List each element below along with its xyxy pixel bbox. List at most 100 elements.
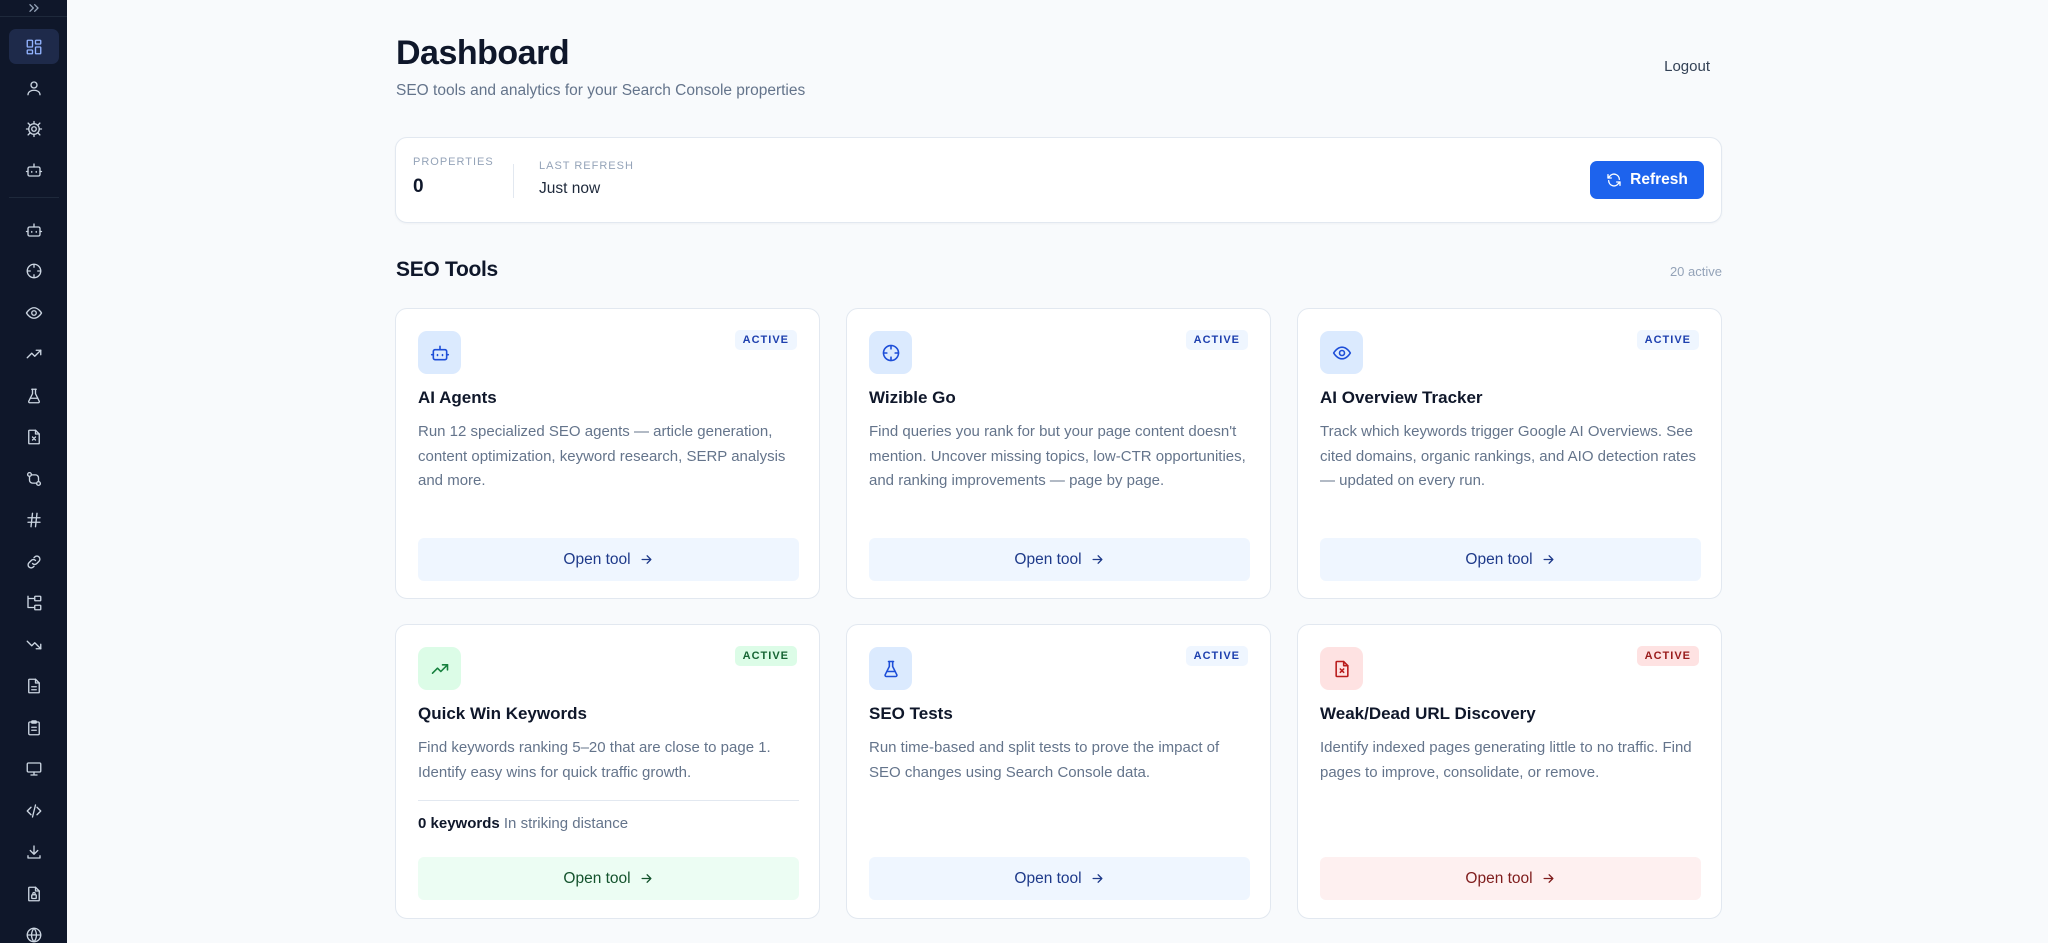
tool-card-icon-box: [1320, 647, 1363, 690]
tool-card-dead-url-discovery[interactable]: ACTIVE Weak/Dead URL Discovery Identify …: [1297, 624, 1722, 919]
metric-value: 0 keywords: [418, 815, 500, 832]
sidebar-item-structure[interactable]: [9, 586, 59, 621]
stat-last-refresh-label: LAST REFRESH: [539, 160, 634, 172]
arrow-right-icon: [1543, 555, 1554, 564]
sidebar-item-compare[interactable]: [9, 461, 59, 496]
open-tool-label: Open tool: [563, 550, 631, 568]
sidebar-item-reports[interactable]: [9, 669, 59, 704]
crosshair-icon: [882, 344, 899, 361]
open-tool-button[interactable]: Open tool: [1320, 857, 1701, 900]
chevrons-right-icon: [28, 3, 39, 12]
arrow-right-icon: [1092, 874, 1103, 883]
tool-card-quick-win-keywords[interactable]: ACTIVE Quick Win Keywords Find keywords …: [395, 624, 820, 919]
file-x-icon: [1334, 660, 1349, 677]
sidebar-item-seo-tests[interactable]: [9, 378, 59, 413]
folder-tree-icon: [26, 595, 41, 611]
sidebar-item-global[interactable]: [9, 918, 59, 943]
tool-card-title: SEO Tests: [869, 704, 953, 723]
stat-properties-value: 0: [413, 176, 424, 197]
tool-card-icon-box: [418, 647, 461, 690]
tool-card-description: Find keywords ranking 5–20 that are clos…: [418, 739, 771, 781]
sidebar-item-code[interactable]: [9, 793, 59, 828]
git-compare-icon: [26, 471, 41, 486]
open-tool-label: Open tool: [1465, 550, 1533, 568]
refresh-button[interactable]: Refresh: [1590, 161, 1704, 199]
eye-icon: [25, 306, 42, 319]
tool-card-icon-box: [1320, 331, 1363, 374]
sidebar-item-ai-agents[interactable]: [9, 212, 59, 247]
sidebar: [0, 0, 67, 943]
open-tool-button[interactable]: Open tool: [418, 857, 799, 900]
tool-card-description: Run time-based and split tests to prove …: [869, 739, 1220, 781]
tool-card-seo-tests[interactable]: ACTIVE SEO Tests Run time-based and spli…: [846, 624, 1271, 919]
logout-button[interactable]: Logout: [1664, 58, 1710, 75]
open-tool-button[interactable]: Open tool: [869, 538, 1250, 581]
sidebar-item-dashboard[interactable]: [8, 29, 59, 64]
tools-section-title: SEO Tools: [396, 258, 498, 281]
sidebar-item-audits[interactable]: [9, 710, 59, 745]
tool-card-ai-overview-tracker[interactable]: ACTIVE AI Overview Tracker Track which k…: [1297, 308, 1722, 599]
hash-icon: [26, 512, 41, 528]
bot-icon: [25, 162, 42, 177]
open-tool-label: Open tool: [1014, 550, 1082, 568]
file-text-icon: [27, 678, 40, 694]
content-container: Dashboard SEO tools and analytics for yo…: [394, 0, 1722, 919]
sidebar-item-bots[interactable]: [9, 152, 59, 187]
tool-card-icon-box: [869, 331, 912, 374]
tool-card-title: AI Agents: [418, 388, 497, 407]
refresh-button-label: Refresh: [1630, 171, 1688, 188]
tool-card-title: Quick Win Keywords: [418, 704, 587, 723]
file-x-icon: [27, 429, 40, 445]
sidebar-item-quick-wins[interactable]: [9, 337, 59, 372]
open-tool-button[interactable]: Open tool: [1320, 538, 1701, 581]
card-divider: [418, 800, 799, 801]
tool-card-description: Find queries you rank for but your page …: [869, 423, 1246, 489]
status-badge: ACTIVE: [1185, 330, 1248, 350]
sidebar-item-ai-overview[interactable]: [9, 295, 59, 330]
tool-card-icon-box: [418, 331, 461, 374]
tool-card-ai-agents[interactable]: ACTIVE AI Agents Run 12 specialized SEO …: [395, 308, 820, 599]
stat-last-refresh-value: Just now: [539, 180, 601, 197]
bot-icon: [430, 345, 449, 360]
tool-card-icon-box: [869, 647, 912, 690]
sidebar-item-wizible-go[interactable]: [9, 254, 59, 289]
sidebar-item-account[interactable]: [9, 70, 59, 105]
monitor-icon: [26, 762, 41, 776]
bot-icon: [25, 222, 42, 237]
sidebar-item-dead-urls[interactable]: [9, 420, 59, 455]
striking-distance-metric: 0 keywords In striking distance: [418, 815, 628, 832]
tool-card-description: Run 12 specialized SEO agents — article …: [418, 423, 786, 489]
sidebar-item-secure-files[interactable]: [9, 876, 59, 911]
metric-label: In striking distance: [503, 815, 629, 832]
sidebar-item-links[interactable]: [9, 544, 59, 579]
stat-properties: PROPERTIES 0: [413, 156, 494, 198]
sidebar-toggle[interactable]: [0, 0, 67, 17]
flask-icon: [27, 388, 40, 403]
sidebar-item-monitor[interactable]: [9, 752, 59, 787]
open-tool-label: Open tool: [1465, 869, 1533, 887]
page-subtitle: SEO tools and analytics for your Search …: [396, 82, 806, 99]
arrow-right-icon: [641, 555, 652, 564]
clipboard-icon: [27, 719, 40, 735]
refresh-icon: [1607, 173, 1621, 187]
sidebar-item-hashtags[interactable]: [9, 503, 59, 538]
tools-active-count: 20 active: [1669, 264, 1722, 279]
main-content: Dashboard SEO tools and analytics for yo…: [67, 0, 2048, 943]
arrow-right-icon: [641, 874, 652, 883]
sidebar-group-tools: [8, 197, 59, 943]
user-icon: [26, 80, 41, 95]
sidebar-item-declines[interactable]: [9, 627, 59, 662]
status-badge: ACTIVE: [1636, 646, 1699, 666]
sidebar-item-export[interactable]: [9, 835, 59, 870]
dashboard-icon: [26, 39, 41, 54]
code-icon: [26, 803, 41, 818]
download-icon: [26, 845, 41, 859]
stats-panel: PROPERTIES 0 LAST REFRESH Just now Refre…: [395, 137, 1722, 223]
open-tool-button[interactable]: Open tool: [418, 538, 799, 581]
sidebar-item-settings[interactable]: [9, 111, 59, 146]
trending-up-icon: [431, 663, 448, 674]
open-tool-button[interactable]: Open tool: [869, 857, 1250, 900]
crosshair-icon: [26, 263, 41, 279]
tool-card-wizible-go[interactable]: ACTIVE Wizible Go Find queries you rank …: [846, 308, 1271, 599]
open-tool-label: Open tool: [563, 869, 631, 887]
